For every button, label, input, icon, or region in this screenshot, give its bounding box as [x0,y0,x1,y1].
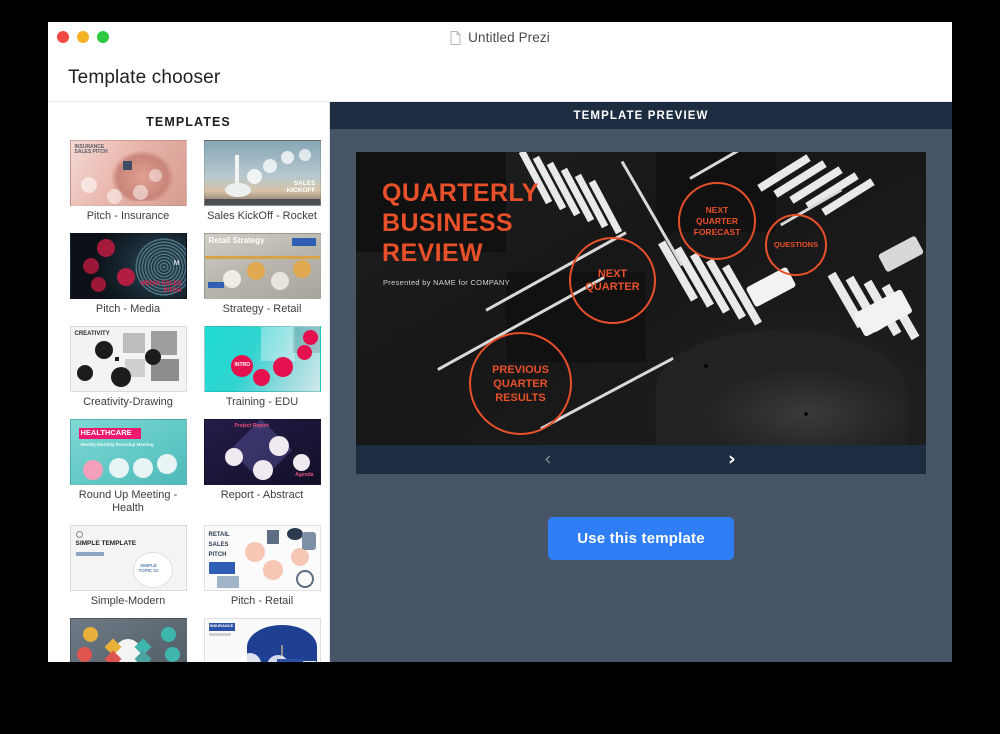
slide-node-questions[interactable]: QUESTIONS [765,214,827,276]
use-this-template-button[interactable]: Use this template [548,517,734,560]
template-label: Report - Abstract [220,489,304,501]
slide-navigation-bar: ‹ › [356,445,926,474]
template-label: Creativity-Drawing [83,396,173,408]
template-card-pitch-retail[interactable]: RETAIL SALES PITCH Pitch - Retail [200,525,324,608]
templates-sidebar: TEMPLATES INSURANCE SALES PITCH Pitch - … [48,102,330,662]
page-title: Template chooser [68,66,221,88]
slide-node-label: PREVIOUS QUARTER RESULTS [492,363,549,404]
slide-node-next-quarter-forecast[interactable]: NEXT QUARTER FORECAST [678,182,756,260]
slide-node-label: NEXT QUARTER FORECAST [693,204,741,237]
template-thumbnail: CREATIVITY [69,326,187,392]
template-label: Round Up Meeting - Health [78,489,178,514]
slide-node-next-quarter[interactable]: NEXT QUARTER [569,237,656,324]
slide-node-label: NEXT QUARTER [585,267,640,293]
template-thumbnail: HEALTHCARE Weekly Monthly Roundup Meetin… [69,419,187,485]
slide-node-label: QUESTIONS [773,240,819,249]
preview-header-label: TEMPLATE PREVIEW [573,109,709,122]
app-window: Untitled Prezi Template chooser TEMPLATE… [48,22,952,662]
template-card-executive-brief-insurance[interactable]: INSURANCE Executive Brief - Insurance [200,618,324,662]
template-card-round-up-meeting-health[interactable]: HEALTHCARE Weekly Monthly Roundup Meetin… [66,419,190,515]
chooser-header: Template chooser [48,54,952,101]
template-card-sales-kickoff-rocket[interactable]: SALES KICKOFF Sales KickOff - Rocket [200,140,324,223]
template-label: Pitch - Retail [230,595,294,607]
slide-canvas: QUARTERLY BUSINESS REVIEW Presented by N… [356,152,926,445]
document-icon [450,30,461,45]
template-label: Pitch - Insurance [86,210,170,222]
template-card-pitch-media[interactable]: MEDIA SALES PITCH M Pitch - Media [66,233,190,316]
template-card-simple-modern[interactable]: SIMPLE TEMPLATE SIMPLE TOPIC 01 Simple-Mo… [66,525,190,608]
template-label: Sales KickOff - Rocket [207,210,317,222]
template-card-training-edu[interactable]: INTRO Training - EDU [200,326,324,409]
template-card-creativity-drawing[interactable]: CREATIVITY Creativity-Drawing [66,326,190,409]
template-thumbnail: INSURANCE [203,618,321,662]
document-title: Untitled Prezi [48,30,952,45]
template-card-around-a-topic[interactable]: Around a Topic [66,618,190,662]
template-thumbnail: SIMPLE TEMPLATE SIMPLE TOPIC 01 [69,525,187,591]
template-thumbnail: Project Report Agenda [203,419,321,485]
preview-header: TEMPLATE PREVIEW [330,102,952,129]
template-thumbnail: SALES KICKOFF [203,140,321,206]
template-label: Pitch - Media [95,303,161,315]
template-preview-panel: TEMPLATE PREVIEW QUARTERLY BUSINESS REVI… [330,102,952,662]
window-body: TEMPLATES INSURANCE SALES PITCH Pitch - … [48,101,952,662]
template-label: Strategy - Retail [222,303,302,315]
document-title-text: Untitled Prezi [468,30,550,45]
template-label: Training - EDU [225,396,299,408]
slide-node-previous-quarter-results[interactable]: PREVIOUS QUARTER RESULTS [469,332,572,435]
template-thumbnail: Retail Strategy [203,233,321,299]
template-grid: INSURANCESALES PITCH Pitch - Insurance [48,140,329,662]
previous-slide-icon[interactable]: ‹ [544,450,552,469]
template-label: Simple-Modern [90,595,166,607]
template-thumbnail: INSURANCE SALES PITCH [69,140,187,206]
template-thumbnail: MEDIA SALES PITCH M [69,233,187,299]
slide-title: QUARTERLY BUSINESS REVIEW [382,179,539,267]
template-thumbnail: RETAIL SALES PITCH [203,525,321,591]
template-thumbnail: INTRO [203,326,321,392]
templates-heading: TEMPLATES [146,115,231,129]
template-card-pitch-insurance[interactable]: INSURANCE SALES PITCH Pitch - Insurance [66,140,190,223]
preview-stage: QUARTERLY BUSINESS REVIEW Presented by N… [330,129,952,662]
window-title-bar: Untitled Prezi [48,22,952,54]
slide-subtitle: Presented by NAME for COMPANY [383,278,510,287]
template-card-report-abstract[interactable]: Project Report Agenda Report - Abstract [200,419,324,515]
next-slide-icon[interactable]: › [728,450,736,469]
device-bezel: Untitled Prezi Template chooser TEMPLATE… [0,0,1000,734]
template-thumbnail [69,618,187,662]
template-card-strategy-retail[interactable]: Retail Strategy Strategy - Retail [200,233,324,316]
slide-frame: QUARTERLY BUSINESS REVIEW Presented by N… [356,152,926,474]
